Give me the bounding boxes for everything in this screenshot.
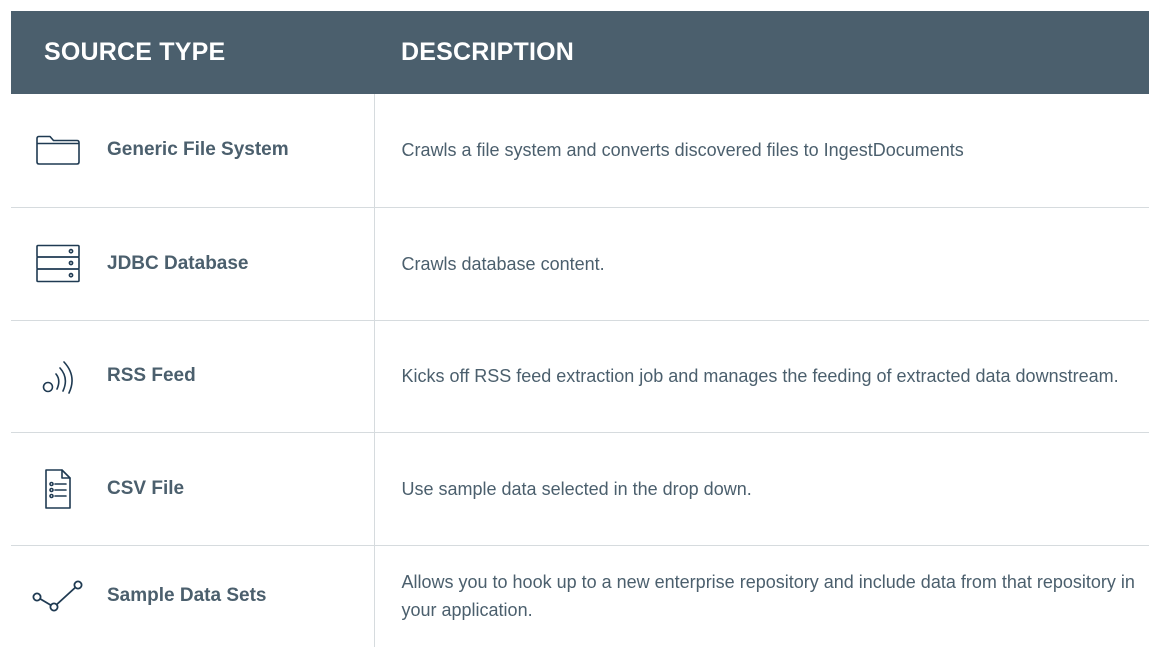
table-row-generic-file-system: Generic File System Crawls a file system… xyxy=(11,94,1149,208)
source-types-table: SOURCE TYPE DESCRIPTION Generic File Sys… xyxy=(11,11,1149,647)
source-name: CSV File xyxy=(107,477,185,499)
rss-feed-icon xyxy=(31,358,85,394)
source-cell: CSV File xyxy=(11,432,374,546)
source-name: Generic File System xyxy=(107,139,289,161)
source-description: Kicks off RSS feed extraction job and ma… xyxy=(373,320,1149,433)
header-description: DESCRIPTION xyxy=(374,11,1149,94)
header-source-type: SOURCE TYPE xyxy=(11,11,374,94)
source-name: JDBC Database xyxy=(107,252,249,274)
source-name: Sample Data Sets xyxy=(107,585,267,607)
source-description: Crawls a file system and converts discov… xyxy=(373,94,1149,208)
table-body: Generic File System Crawls a file system… xyxy=(11,94,1149,647)
folder-icon xyxy=(31,132,85,168)
table-row-jdbc-database: JDBC Database Crawls database content. xyxy=(11,207,1149,321)
table-row-rss-feed: RSS Feed Kicks off RSS feed extraction j… xyxy=(11,320,1149,433)
source-description: Crawls database content. xyxy=(373,207,1149,321)
page: SOURCE TYPE DESCRIPTION Generic File Sys… xyxy=(0,0,1149,651)
source-description: Use sample data selected in the drop dow… xyxy=(373,432,1149,546)
table-header: SOURCE TYPE DESCRIPTION xyxy=(11,11,1149,94)
document-list-icon xyxy=(31,468,85,509)
table-row-sample-data-sets: Sample Data Sets Allows you to hook up t… xyxy=(11,545,1149,647)
source-cell: RSS Feed xyxy=(11,320,374,433)
connected-nodes-icon xyxy=(31,578,85,614)
database-server-icon xyxy=(31,244,85,282)
source-cell: JDBC Database xyxy=(11,207,374,321)
table-row-csv-file: CSV File Use sample data selected in the… xyxy=(11,432,1149,546)
source-description: Allows you to hook up to a new enterpris… xyxy=(373,545,1149,647)
table-header-row: SOURCE TYPE DESCRIPTION xyxy=(11,11,1149,94)
source-cell: Sample Data Sets xyxy=(11,545,374,647)
source-cell: Generic File System xyxy=(11,94,374,208)
source-name: RSS Feed xyxy=(107,365,196,386)
